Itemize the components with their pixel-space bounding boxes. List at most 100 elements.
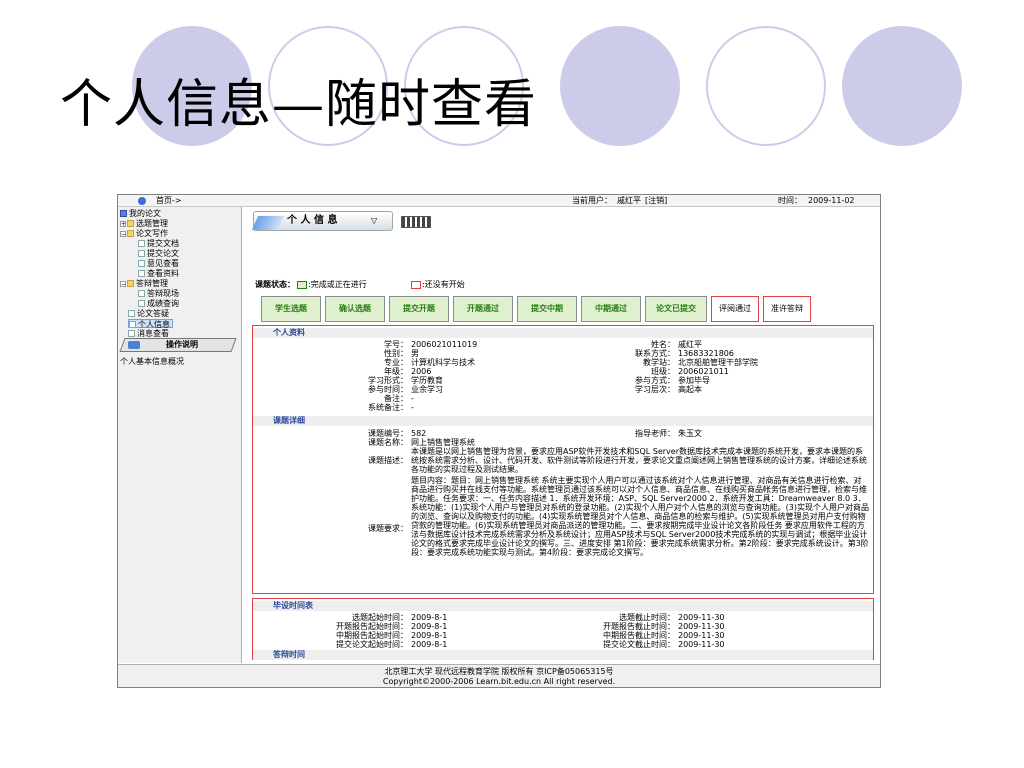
help-description: 个人基本信息概况 <box>120 357 184 366</box>
stage-review-passed: 评阅通过 <box>711 296 759 322</box>
status-label: 课题状态： <box>255 280 295 289</box>
proposal-end-label: 开题报告截止时间： <box>603 622 675 631</box>
decor-circle-4 <box>560 26 680 146</box>
topic-name-label: 课题名称： <box>368 438 408 447</box>
tree-root[interactable]: 我的论文 <box>120 209 161 218</box>
sidebar-item-defense-mgmt[interactable]: − 答辩管理 <box>120 279 168 288</box>
center-value: 北京船舶管理干部学院 <box>678 358 758 367</box>
top-bar: 首页-> 当前用户： 戚红平 [注销] 时间： 2009-11-02 <box>118 195 880 207</box>
legend-done-text: :完成或正在进行 <box>308 280 367 289</box>
book-icon <box>120 210 127 217</box>
topic-id-value: 582 <box>411 429 427 438</box>
center-label: 教学站： <box>643 358 675 367</box>
time-label: 时间： <box>778 196 802 205</box>
sidebar-item-paper-writing[interactable]: − 论文写作 <box>120 229 168 238</box>
stage-submit-midterm: 提交中期 <box>517 296 577 322</box>
paper-end-value: 2009-11-30 <box>678 640 725 649</box>
sidebar-item-view-comments[interactable]: 意见查看 <box>138 259 179 268</box>
slide-title: 个人信息—随时查看 <box>60 75 538 135</box>
chevron-down-icon[interactable]: ▽ <box>371 216 377 225</box>
tree-root-label: 我的论文 <box>129 209 161 218</box>
sidebar: 我的论文 + 选题管理 − 论文写作 提交文档 提交论文 意见查看 查看资料 − 答辩… <box>118 207 242 663</box>
document-icon <box>138 260 145 267</box>
logout-link[interactable]: [注销] <box>645 195 667 207</box>
topic-heading: 课题详细 <box>253 416 873 426</box>
sidebar-item-label: 消息查看 <box>137 329 169 338</box>
sidebar-item-personal-info[interactable]: 个人信息 <box>128 319 173 329</box>
collapse-icon[interactable]: − <box>120 230 126 237</box>
level-value: 高起本 <box>678 385 702 394</box>
topic-desc-label: 课题描述： <box>368 456 408 465</box>
paper-end-label: 提交论文截止时间： <box>603 640 675 649</box>
system-remark-value: - <box>411 403 414 412</box>
sidebar-item-view-materials[interactable]: 查看资料 <box>138 269 179 278</box>
help-tab-label: 操作说明 <box>166 340 198 349</box>
sidebar-item-messages[interactable]: 消息查看 <box>128 329 169 338</box>
folder-open-icon <box>127 230 134 237</box>
student-id-value: 2006021011019 <box>411 340 478 349</box>
select-end-value: 2009-11-30 <box>678 613 725 622</box>
sidebar-item-label: 答辩管理 <box>136 279 168 288</box>
footer-copyright-en: Copyright©2000-2006 Learn.bit.edu.cn All… <box>382 677 616 686</box>
level-label: 学习层次： <box>635 385 675 394</box>
midterm-end-value: 2009-11-30 <box>678 631 725 640</box>
topic-id-label: 课题编号： <box>368 429 408 438</box>
globe-icon <box>138 197 146 205</box>
folder-icon <box>127 220 134 227</box>
study-form-label: 学习形式： <box>368 376 408 385</box>
select-start-value: 2009-8-1 <box>411 613 448 622</box>
midterm-start-value: 2009-8-1 <box>411 631 448 640</box>
midterm-end-label: 中期报告截止时间： <box>603 631 675 640</box>
stage-submit-proposal: 提交开题 <box>389 296 449 322</box>
home-link[interactable]: 首页-> <box>156 195 182 207</box>
sidebar-item-label: 成绩查询 <box>147 299 179 308</box>
midterm-start-label: 中期报告起始时间： <box>336 631 408 640</box>
sidebar-item-label: 答辩现场 <box>147 289 179 298</box>
legend-done-swatch <box>297 281 307 289</box>
expand-icon[interactable]: + <box>120 220 126 227</box>
name-value: 戚红平 <box>678 340 702 349</box>
sidebar-item-topic-mgmt[interactable]: + 选题管理 <box>120 219 168 228</box>
contact-label: 联系方式： <box>635 349 675 358</box>
sidebar-item-submit-paper[interactable]: 提交论文 <box>138 249 179 258</box>
main-content: 个 人 信 息 ▽ 课题状态： :完成或正在进行 :还没有开始 学生选题 确认选… <box>243 207 880 663</box>
select-end-label: 选题截止时间： <box>619 613 675 622</box>
join-time-value: 业余学习 <box>411 385 443 394</box>
stage-proposal-passed: 开题通过 <box>453 296 513 322</box>
sidebar-item-defense-site[interactable]: 答辩现场 <box>138 289 179 298</box>
window-tiles-icon <box>401 216 431 228</box>
sidebar-item-label: 意见查看 <box>147 259 179 268</box>
contact-value: 13683321806 <box>678 349 734 358</box>
document-icon <box>128 310 135 317</box>
grade-year-label: 年级： <box>384 367 408 376</box>
sidebar-item-grade-query[interactable]: 成绩查询 <box>138 299 179 308</box>
footer-copyright-cn: 北京理工大学 现代远程教育学院 版权所有 京ICP备05065315号 <box>384 667 614 676</box>
stage-defense-approved: 准许答辩 <box>763 296 811 322</box>
document-icon <box>138 270 145 277</box>
paper-start-label: 提交论文起始时间： <box>336 640 408 649</box>
topic-name-value: 网上销售管理系统 <box>411 438 475 447</box>
gender-label: 性别： <box>384 349 408 358</box>
collapse-icon[interactable]: − <box>120 280 126 287</box>
gender-value: 男 <box>411 349 419 358</box>
sidebar-item-label: 论文写作 <box>136 229 168 238</box>
sidebar-item-paper-qa[interactable]: 论文答疑 <box>128 309 169 318</box>
document-icon <box>138 300 145 307</box>
folder-open-icon <box>127 280 134 287</box>
defense-heading: 答辩时间 <box>253 650 873 660</box>
info-panel: 个人资料 学号： 2006021011019 性别： 男 专业： 计算机科学与技… <box>252 325 874 594</box>
decor-circle-6 <box>842 26 962 146</box>
topic-desc-text: 本课题是以网上销售管理为背景，要求应用ASP软件开发技术和SQL Server数… <box>411 447 867 474</box>
app-screenshot: 首页-> 当前用户： 戚红平 [注销] 时间： 2009-11-02 我的论文 … <box>117 194 881 688</box>
proposal-end-value: 2009-11-30 <box>678 622 725 631</box>
stage-paper-submitted: 论文已提交 <box>645 296 707 322</box>
decor-circle-5 <box>706 26 826 146</box>
document-icon <box>138 250 145 257</box>
grade-year-value: 2006 <box>411 367 432 376</box>
sidebar-item-submit-doc[interactable]: 提交文档 <box>138 239 179 248</box>
major-label: 专业： <box>384 358 408 367</box>
document-icon <box>138 240 145 247</box>
remark-label: 备注： <box>384 394 408 403</box>
name-label: 姓名： <box>651 340 675 349</box>
legend-pending-text: :还没有开始 <box>422 280 465 289</box>
